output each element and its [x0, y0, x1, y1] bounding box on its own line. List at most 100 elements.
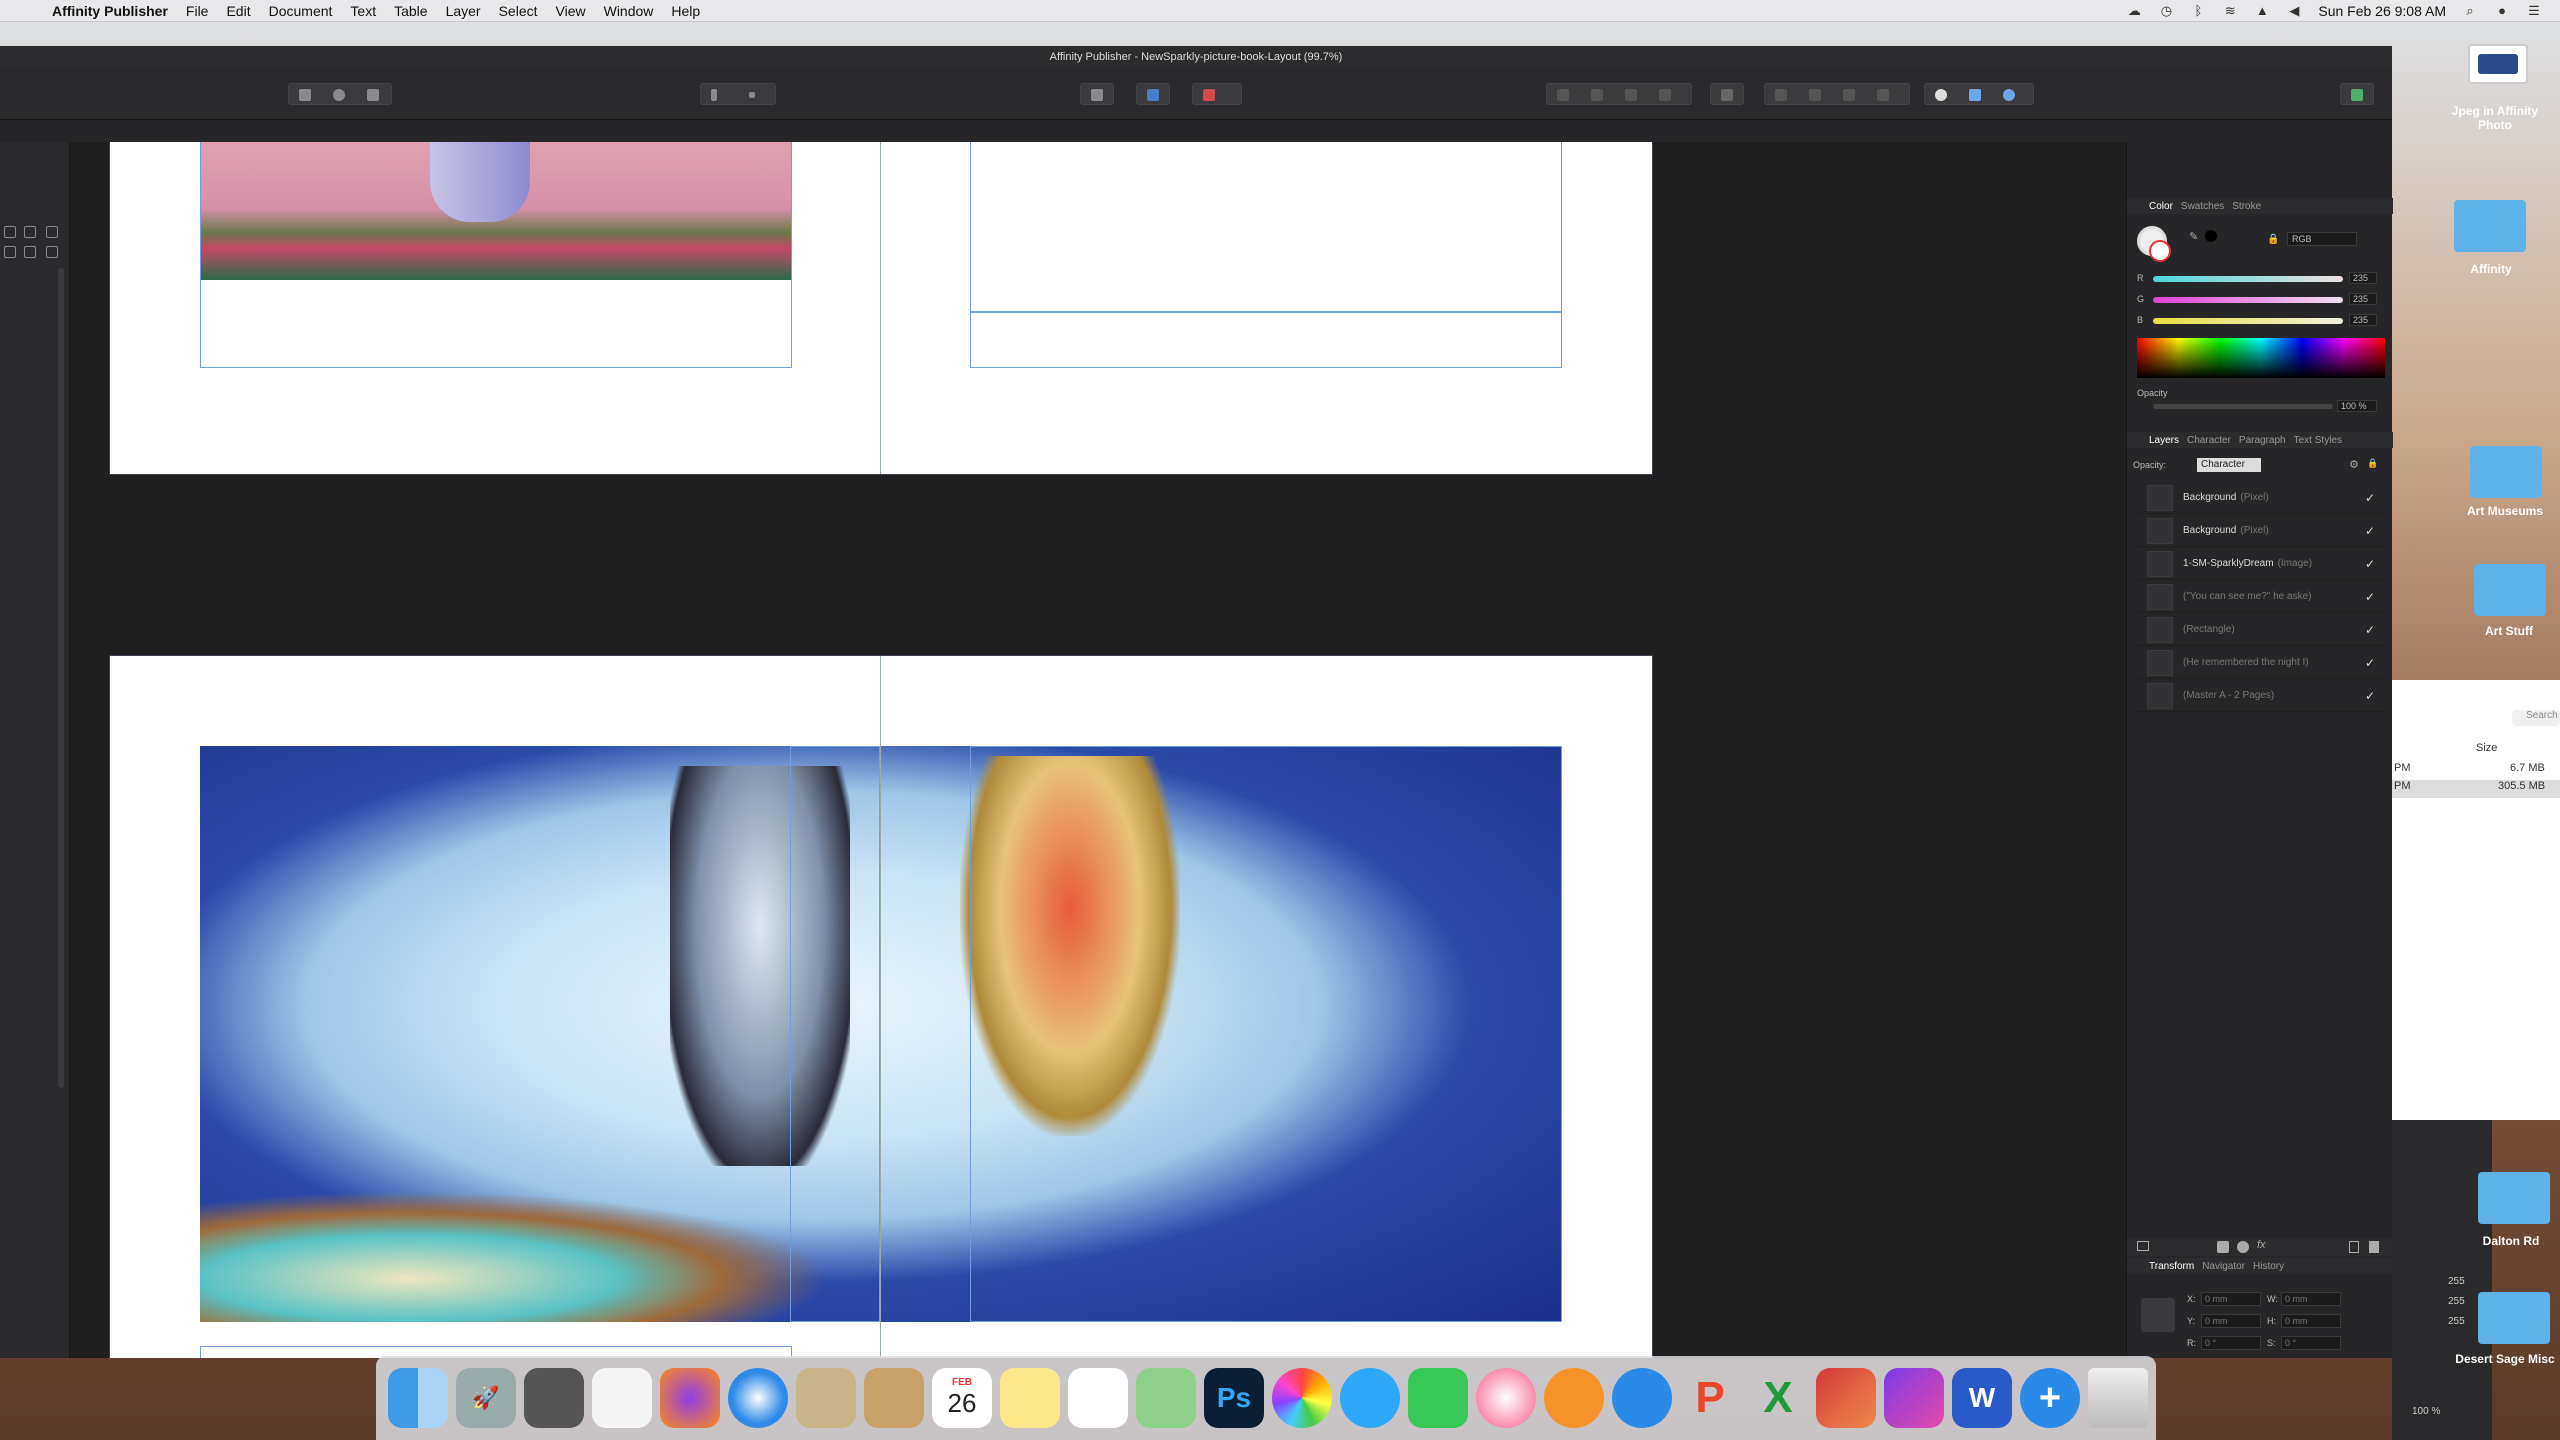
assistant-button[interactable] [2340, 83, 2374, 105]
menu-select[interactable]: Select [499, 3, 538, 19]
reminders-icon[interactable] [1068, 1368, 1128, 1428]
color-spectrum[interactable] [2137, 338, 2385, 378]
dot-icon[interactable] [749, 92, 755, 98]
tab-text-styles[interactable]: Text Styles [2294, 435, 2342, 446]
transform-field[interactable]: 0 ° [2201, 1336, 2261, 1350]
menu-table[interactable]: Table [394, 3, 427, 19]
folder-icon[interactable] [2474, 564, 2546, 616]
firefox-icon[interactable] [660, 1368, 720, 1428]
powerpoint-like-icon[interactable]: P [1680, 1368, 1740, 1428]
menu-window[interactable]: Window [604, 3, 654, 19]
menu-view[interactable]: View [556, 3, 586, 19]
layer-row[interactable]: 1-SM-SparklyDream (Image) ✓ [2135, 548, 2385, 580]
maps-icon[interactable] [1136, 1368, 1196, 1428]
text-frame-guide[interactable] [970, 142, 1562, 312]
layer-row[interactable]: (Master A - 2 Pages) ✓ [2135, 680, 2385, 712]
spread-bottom[interactable] [109, 655, 1653, 1358]
slider-b[interactable] [2153, 318, 2343, 324]
tab-paragraph[interactable]: Paragraph [2239, 435, 2286, 446]
visibility-check-icon[interactable]: ✓ [2365, 557, 2385, 571]
arrange-back-icon[interactable] [1557, 89, 1569, 101]
app-store-icon[interactable] [1612, 1368, 1672, 1428]
image-frame-guide[interactable] [790, 746, 880, 1322]
menu-app-name[interactable]: Affinity Publisher [52, 3, 168, 19]
launchpad-icon[interactable]: 🚀 [456, 1368, 516, 1428]
layer-row[interactable]: Background (Pixel) ✓ [2135, 515, 2385, 547]
visibility-check-icon[interactable]: ✓ [2365, 491, 2385, 505]
tab-character[interactable]: Character [2187, 435, 2231, 446]
tab-navigator[interactable]: Navigator [2202, 1261, 2245, 1272]
finder-row[interactable]: PM 305.5 MB [2392, 780, 2560, 798]
layers-stack-icon[interactable] [2137, 1241, 2149, 1251]
preview-button[interactable] [1080, 83, 1114, 105]
delete-page-icon[interactable] [46, 226, 58, 238]
calendar-icon[interactable]: FEB 26 [932, 1368, 992, 1428]
folder-icon[interactable] [2478, 1292, 2550, 1344]
slider-r[interactable] [2153, 276, 2343, 282]
visibility-check-icon[interactable]: ✓ [2365, 590, 2385, 604]
tab-swatches[interactable]: Swatches [2181, 201, 2224, 212]
user-avatar-icon[interactable]: ● [2494, 3, 2510, 18]
visibility-check-icon[interactable]: ✓ [2365, 524, 2385, 538]
transform-field[interactable]: 0 mm [2281, 1314, 2341, 1328]
view-mode-button[interactable] [1136, 83, 1170, 105]
rotate-left-icon[interactable] [1843, 89, 1855, 101]
photo-persona-icon[interactable] [333, 89, 345, 101]
menu-clock[interactable]: Sun Feb 26 9:08 AM [2318, 3, 2446, 19]
menu-help[interactable]: Help [671, 3, 700, 19]
spotlight-icon[interactable]: ⌕ [2462, 3, 2478, 18]
time-machine-icon[interactable]: ◷ [2158, 3, 2174, 18]
rotate-right-icon[interactable] [1877, 89, 1889, 101]
books-icon[interactable] [1544, 1368, 1604, 1428]
finder-row[interactable]: PM 6.7 MB [2392, 762, 2560, 780]
bluetooth-icon[interactable]: ᛒ [2190, 3, 2206, 18]
folder-icon[interactable] [2470, 446, 2542, 498]
flip-vertical-icon[interactable] [1809, 89, 1821, 101]
page-copy-icon[interactable] [24, 246, 36, 258]
layer-row[interactable]: (Rectangle) ✓ [2135, 614, 2385, 646]
visibility-check-icon[interactable]: ✓ [2365, 689, 2385, 703]
transform-field[interactable]: 0 mm [2201, 1292, 2261, 1306]
music-icon[interactable] [1476, 1368, 1536, 1428]
intersect-shape-icon[interactable] [2003, 89, 2015, 101]
airplay-icon[interactable]: ▲ [2254, 3, 2270, 18]
value-g[interactable]: 235 [2349, 293, 2377, 305]
notes-icon[interactable] [1000, 1368, 1060, 1428]
tab-stroke[interactable]: Stroke [2232, 201, 2261, 212]
flip-horizontal-icon[interactable] [1775, 89, 1787, 101]
black-swatch[interactable] [2205, 230, 2217, 242]
page-thumb-icon[interactable] [4, 246, 16, 258]
slider-g[interactable] [2153, 297, 2343, 303]
fx-icon[interactable]: fx [2257, 1239, 2266, 1251]
arrange-forward-icon[interactable] [1625, 89, 1637, 101]
spread-top[interactable] [109, 142, 1653, 475]
layers-gear-icon[interactable]: ⚙ [2349, 458, 2359, 471]
add-app-icon[interactable]: + [2020, 1368, 2080, 1428]
arrange-backward-icon[interactable] [1591, 89, 1603, 101]
affinity-publisher-icon[interactable] [1816, 1368, 1876, 1428]
transform-field[interactable]: 0 ° [2281, 1336, 2341, 1350]
menu-file[interactable]: File [186, 3, 209, 19]
layer-row[interactable]: ("You can see me?" he aske) ✓ [2135, 581, 2385, 613]
pages-icon[interactable] [4, 226, 16, 238]
desktop-item-jpeg[interactable] [2468, 44, 2528, 84]
document-canvas[interactable] [70, 142, 2126, 1358]
word-icon[interactable]: W [1952, 1368, 2012, 1428]
affinity-photo-icon[interactable] [1884, 1368, 1944, 1428]
photos-icon[interactable] [1272, 1368, 1332, 1428]
color-model-select[interactable]: RGB [2287, 232, 2357, 246]
trash-icon[interactable] [2088, 1368, 2148, 1428]
menu-layer[interactable]: Layer [446, 3, 481, 19]
image-frame-guide[interactable] [970, 746, 1562, 1322]
tab-color[interactable]: Color [2149, 201, 2173, 212]
anchor-selector[interactable] [2141, 1298, 2175, 1332]
calculator-icon[interactable] [524, 1368, 584, 1428]
folder-icon[interactable] [2454, 200, 2526, 252]
picker-icon[interactable]: ✎ [2189, 230, 2201, 243]
designer-persona-icon[interactable] [367, 89, 379, 101]
transform-field[interactable]: 0 mm [2201, 1314, 2261, 1328]
character-dropdown[interactable]: Character [2197, 458, 2261, 472]
tab-transform[interactable]: Transform [2149, 1261, 2194, 1272]
photoshop-icon[interactable]: Ps [1204, 1368, 1264, 1428]
new-layer-icon[interactable] [2349, 1241, 2359, 1253]
